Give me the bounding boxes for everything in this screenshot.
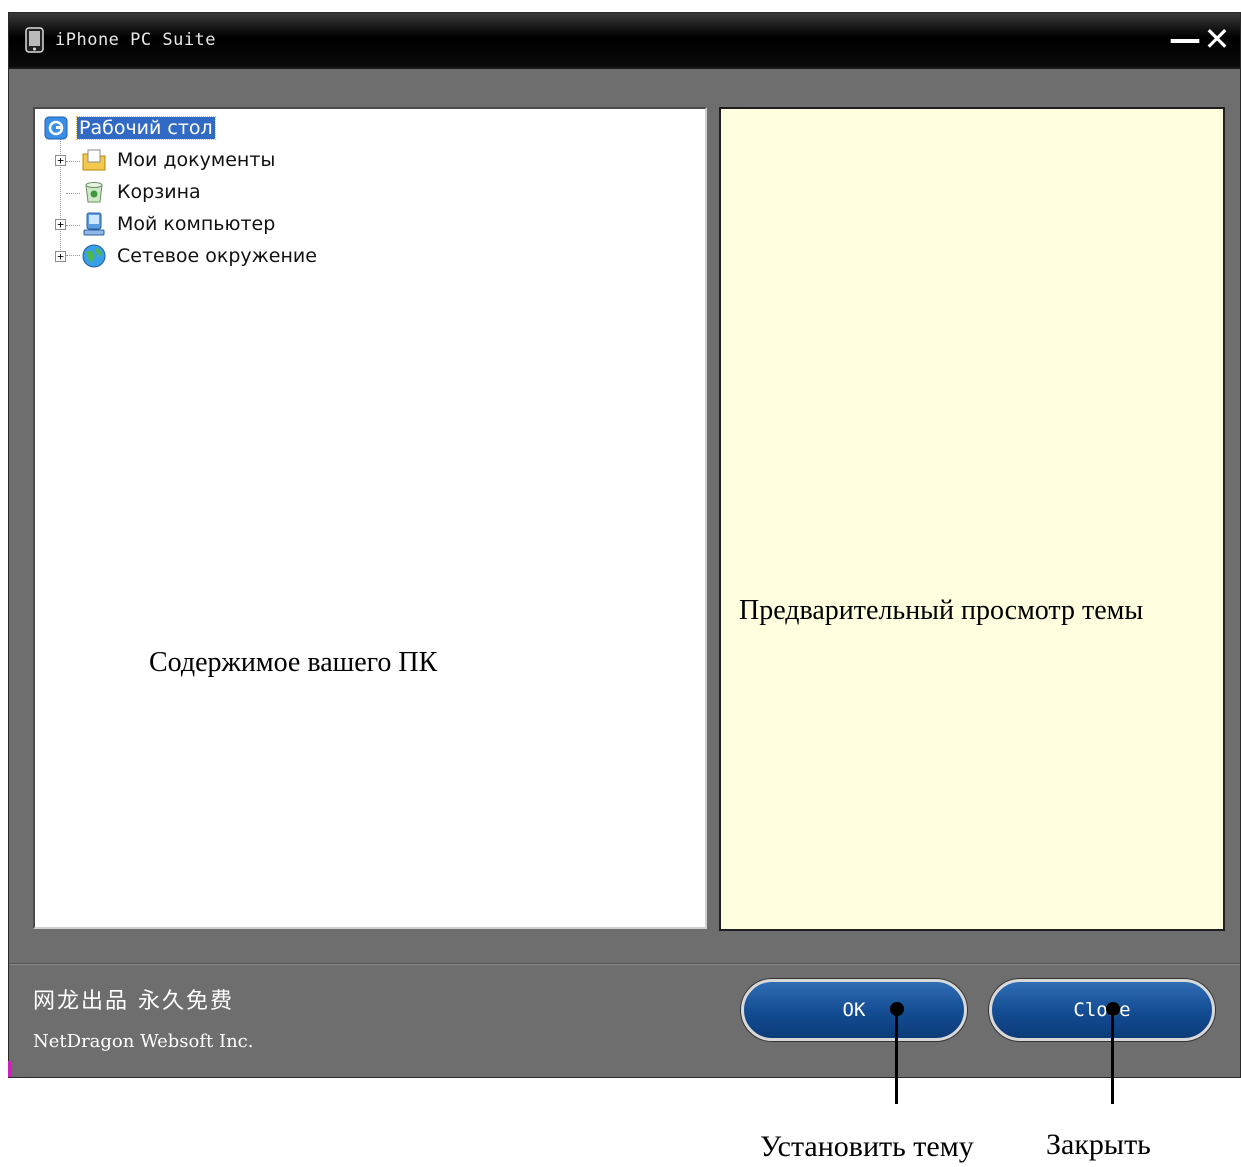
tree-item-label: Сетевое окружение [117, 245, 317, 267]
close-button[interactable]: Close [989, 979, 1215, 1041]
tree-item-recycle-bin[interactable]: Корзина [81, 178, 203, 206]
tree-connector [66, 161, 80, 162]
ok-pointer-line [895, 1010, 898, 1104]
network-places-icon [82, 244, 106, 268]
my-computer-icon [83, 212, 105, 236]
tree-item-my-computer[interactable]: Мой компьютер [81, 210, 277, 238]
expand-toggle[interactable]: + [55, 219, 66, 230]
tree-item-label: Рабочий стол [76, 116, 216, 140]
tree-item-network[interactable]: Сетевое окружение [81, 242, 319, 270]
tree-item-label: Корзина [117, 181, 201, 203]
close-annotation: Закрыть [1046, 1128, 1151, 1161]
footer-divider [9, 963, 1240, 965]
my-documents-icon [82, 149, 106, 171]
ok-button[interactable]: OK [741, 979, 967, 1041]
tree-item-desktop[interactable]: Рабочий стол [43, 114, 216, 142]
preview-caption: Предварительный просмотр темы [739, 595, 1144, 626]
tree-item-label: Мои документы [117, 149, 276, 171]
desktop-icon [44, 116, 68, 140]
brand-slogan: 网龙出品 永久免费 [33, 989, 234, 1014]
close-pointer-line [1111, 1010, 1114, 1104]
window-corner-mark [8, 1061, 12, 1077]
minimize-button[interactable]: — [1169, 21, 1201, 57]
recycle-bin-icon [85, 182, 103, 203]
expand-toggle[interactable]: + [55, 251, 66, 262]
tree-connector [66, 255, 80, 256]
minimize-icon: — [1169, 20, 1201, 58]
theme-preview-panel: Предварительный просмотр темы [719, 107, 1225, 931]
close-button-label: Close [1073, 999, 1131, 1021]
expand-toggle[interactable]: + [55, 155, 66, 166]
tree-item-my-documents[interactable]: Мои документы [81, 146, 277, 174]
ok-button-label: OK [842, 999, 866, 1021]
main-window: iPhone PC Suite — ✕ Рабочий стол + Мои д… [8, 12, 1241, 1078]
close-icon: ✕ [1203, 20, 1231, 58]
folder-tree-panel[interactable]: Рабочий стол + Мои документы Корзина + М… [33, 107, 707, 929]
ok-annotation: Установить тему [760, 1130, 974, 1163]
title-bar[interactable]: iPhone PC Suite — ✕ [9, 13, 1240, 69]
tree-connector [66, 225, 80, 226]
close-window-button[interactable]: ✕ [1201, 21, 1233, 57]
tree-item-label: Мой компьютер [117, 213, 276, 235]
company-name: NetDragon Websoft Inc. [33, 1031, 254, 1052]
tree-connector [66, 193, 80, 194]
window-title: iPhone PC Suite [55, 30, 217, 50]
tree-panel-caption: Содержимое вашего ПК [149, 647, 438, 678]
phone-icon [25, 27, 44, 53]
